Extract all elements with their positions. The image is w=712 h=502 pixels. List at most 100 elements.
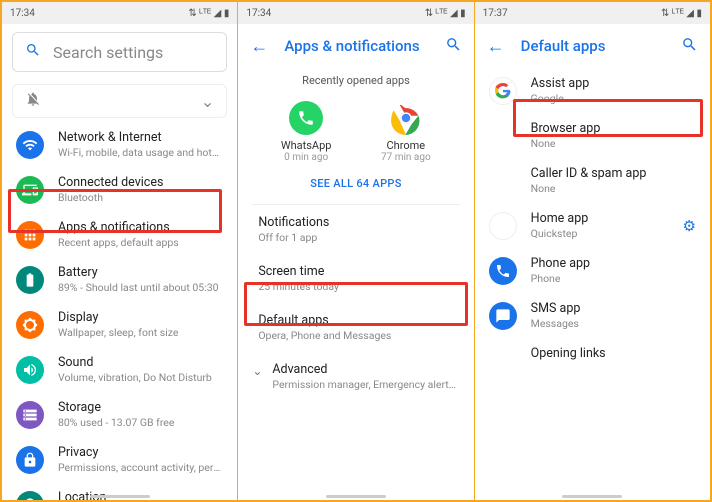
wifi-icon	[16, 131, 44, 159]
recent-label: Recently opened apps	[238, 68, 473, 93]
item-sub: Wallpaper, sleep, font size	[58, 326, 223, 339]
recent-app-chrome[interactable]: Chrome77 min ago	[371, 101, 441, 163]
default-app-sms-app[interactable]: SMS appMessages	[475, 293, 710, 338]
row-sub: None	[531, 137, 696, 150]
search-button[interactable]	[681, 36, 698, 57]
settings-item-network-internet[interactable]: Network & InternetWi-Fi, mobile, data us…	[2, 122, 237, 167]
recent-app-whatsapp[interactable]: WhatsApp0 min ago	[271, 101, 341, 163]
page-title: Apps & notifications	[284, 37, 444, 55]
row-default-apps[interactable]: Default appsOpera, Phone and Messages	[238, 303, 473, 352]
status-icons: ⇅ ᴸᵀᴱ ◢ ▮	[425, 8, 466, 19]
default-app-phone-app[interactable]: Phone appPhone	[475, 248, 710, 293]
nav-handle	[562, 495, 622, 498]
app-name: WhatsApp	[281, 139, 332, 152]
storage-icon	[16, 401, 44, 429]
row-sub: Google	[531, 92, 696, 105]
default-app-home-app[interactable]: Home appQuickstep⚙	[475, 203, 710, 248]
item-sub: Recent apps, default apps	[58, 236, 223, 249]
app-icon	[289, 101, 323, 135]
item-title: Apps & notifications	[58, 220, 223, 235]
sound-icon	[16, 356, 44, 384]
see-all-apps-button[interactable]: SEE ALL 64 APPS	[238, 167, 473, 204]
item-title: Privacy	[58, 445, 223, 460]
item-sub: Volume, vibration, Do Not Disturb	[58, 371, 223, 384]
display-icon	[16, 311, 44, 339]
chevron-down-icon: ⌄	[201, 92, 214, 111]
row-title: Assist app	[531, 76, 696, 91]
row-sub: Opera, Phone and Messages	[258, 329, 453, 342]
search-placeholder: Search settings	[53, 43, 163, 62]
page-header: ← Apps & notifications	[238, 24, 473, 68]
item-sub: 89% - Should last until about 05:30	[58, 281, 223, 294]
tutorial-triptych: 17:34 ⇅ ᴸᵀᴱ ◢ ▮ Search settings ⌄ Networ…	[0, 0, 712, 502]
default-app-opening-links[interactable]: Opening links	[475, 338, 710, 369]
row-sub: Phone	[531, 272, 696, 285]
apps-notifications-panel: 17:34 ⇅ ᴸᵀᴱ ◢ ▮ ← Apps & notifications R…	[238, 2, 474, 500]
row-title: SMS app	[531, 301, 696, 316]
status-time: 17:34	[246, 8, 271, 19]
default-app-caller-id-spam-app[interactable]: Caller ID & spam appNone	[475, 158, 710, 203]
nav-handle	[326, 495, 386, 498]
default-app-assist-app[interactable]: Assist appGoogle	[475, 68, 710, 113]
row-sub: Quickstep	[531, 227, 683, 240]
search-icon	[25, 42, 41, 62]
row-title: Home app	[531, 211, 683, 226]
advanced-sub: Permission manager, Emergency alerts, Sp…	[272, 378, 459, 391]
row-sub: Off for 1 app	[258, 231, 453, 244]
settings-item-connected-devices[interactable]: Connected devicesBluetooth	[2, 167, 237, 212]
location-icon	[16, 491, 44, 501]
row-screen-time[interactable]: Screen time25 minutes today	[238, 254, 473, 303]
settings-item-storage[interactable]: Storage80% used - 13.07 GB free	[2, 392, 237, 437]
settings-item-sound[interactable]: SoundVolume, vibration, Do Not Disturb	[2, 347, 237, 392]
app-icon	[389, 101, 423, 135]
item-sub: Wi-Fi, mobile, data usage and hotspot	[58, 146, 223, 159]
devices-icon	[16, 176, 44, 204]
status-icons: ⇅ ᴸᵀᴱ ◢ ▮	[188, 8, 229, 19]
sms-icon	[489, 302, 517, 330]
item-title: Sound	[58, 355, 223, 370]
page-title: Default apps	[521, 37, 681, 55]
settings-item-privacy[interactable]: PrivacyPermissions, account activity, pe…	[2, 437, 237, 482]
dnd-toggle-row[interactable]: ⌄	[12, 84, 227, 118]
status-bar: 17:34 ⇅ ᴸᵀᴱ ◢ ▮	[238, 2, 473, 24]
back-button[interactable]: ←	[250, 36, 268, 57]
status-time: 17:37	[483, 8, 508, 19]
search-button[interactable]	[445, 36, 462, 57]
item-title: Connected devices	[58, 175, 223, 190]
row-notifications[interactable]: NotificationsOff for 1 app	[238, 205, 473, 254]
item-sub: 80% used - 13.07 GB free	[58, 416, 223, 429]
status-bar: 17:37 ⇅ ᴸᵀᴱ ◢ ▮	[475, 2, 710, 24]
search-settings-input[interactable]: Search settings	[12, 32, 227, 72]
settings-item-display[interactable]: DisplayWallpaper, sleep, font size	[2, 302, 237, 347]
settings-rows: NotificationsOff for 1 appScreen time25 …	[238, 205, 473, 352]
recent-apps-row: WhatsApp0 min ago Chrome77 min ago	[238, 93, 473, 167]
row-title: Notifications	[258, 215, 453, 230]
google-icon	[489, 77, 517, 105]
advanced-row[interactable]: ⌄ Advanced Permission manager, Emergency…	[238, 352, 473, 401]
back-button[interactable]: ←	[487, 36, 505, 57]
nav-handle	[90, 495, 150, 498]
item-title: Battery	[58, 265, 223, 280]
row-title: Screen time	[258, 264, 453, 279]
row-title: Phone app	[531, 256, 696, 271]
settings-item-apps-notifications[interactable]: Apps & notificationsRecent apps, default…	[2, 212, 237, 257]
row-sub: 25 minutes today	[258, 280, 453, 293]
default-app-browser-app[interactable]: Browser appNone	[475, 113, 710, 158]
chevron-down-icon: ⌄	[252, 364, 262, 378]
gear-icon[interactable]: ⚙	[683, 217, 696, 235]
settings-item-battery[interactable]: Battery89% - Should last until about 05:…	[2, 257, 237, 302]
settings-list: Network & InternetWi-Fi, mobile, data us…	[2, 122, 237, 500]
settings-panel: 17:34 ⇅ ᴸᵀᴱ ◢ ▮ Search settings ⌄ Networ…	[2, 2, 238, 500]
app-time: 77 min ago	[381, 152, 431, 163]
row-title: Opening links	[531, 346, 696, 361]
row-sub: Messages	[531, 317, 696, 330]
item-title: Storage	[58, 400, 223, 415]
status-time: 17:34	[10, 8, 35, 19]
item-sub: Permissions, account activity, personal …	[58, 461, 223, 474]
advanced-title: Advanced	[272, 362, 459, 377]
privacy-icon	[16, 446, 44, 474]
app-time: 0 min ago	[284, 152, 328, 163]
apps-icon	[16, 221, 44, 249]
bell-off-icon	[25, 91, 41, 111]
row-title: Caller ID & spam app	[531, 166, 696, 181]
